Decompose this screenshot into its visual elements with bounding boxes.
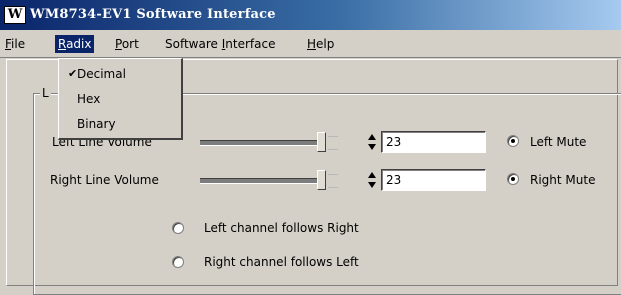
right-volume-spinner[interactable]: [368, 170, 377, 190]
spin-down-icon[interactable]: [368, 182, 376, 188]
groupbox-title: L: [40, 86, 51, 100]
left-follows-right-label: Left channel follows Right: [204, 221, 359, 235]
left-volume-slider-thumb[interactable]: [317, 132, 326, 152]
right-volume-input[interactable]: 23: [381, 169, 486, 191]
right-volume-slider-end: [328, 174, 338, 188]
menu-software-interface[interactable]: Software Interface: [162, 36, 278, 53]
checkmark-icon: ✔: [68, 67, 78, 80]
right-follows-left-label: Right channel follows Left: [204, 255, 359, 269]
spin-down-icon[interactable]: [368, 144, 376, 150]
menu-bar: File Radix Port Software Interface Help: [0, 30, 621, 58]
right-volume-slider-track[interactable]: [200, 178, 318, 184]
radix-option-hex[interactable]: Hex: [59, 88, 180, 110]
right-mute-radio[interactable]: [507, 173, 519, 185]
left-volume-slider-end: [328, 136, 338, 150]
menu-file[interactable]: File: [2, 36, 28, 53]
left-mute-label: Left Mute: [530, 135, 587, 149]
left-mute-radio[interactable]: [507, 135, 519, 147]
left-volume-spinner[interactable]: [368, 132, 377, 152]
right-line-volume-label: Right Line Volume: [50, 173, 159, 187]
menu-help[interactable]: Help: [304, 36, 337, 53]
right-volume-slider-thumb[interactable]: [317, 170, 326, 190]
left-volume-input[interactable]: 23: [381, 131, 486, 153]
right-follows-left-radio[interactable]: [172, 256, 184, 268]
radix-option-decimal[interactable]: ✔ Decimal: [59, 63, 180, 85]
spin-up-icon[interactable]: [368, 172, 376, 178]
left-follows-right-radio[interactable]: [172, 222, 184, 234]
menu-radix[interactable]: Radix: [55, 35, 95, 53]
title-bar: W WM8734-EV1 Software Interface: [0, 0, 621, 30]
wolfson-logo-icon[interactable]: W: [4, 6, 26, 24]
spin-up-icon[interactable]: [368, 134, 376, 140]
right-mute-label: Right Mute: [530, 173, 596, 187]
menu-port[interactable]: Port: [112, 36, 142, 53]
window-title: WM8734-EV1 Software Interface: [30, 7, 276, 22]
radix-option-binary[interactable]: Binary: [59, 113, 180, 135]
left-volume-slider-track[interactable]: [200, 140, 318, 146]
radix-dropdown-menu: ✔ Decimal Hex Binary: [58, 58, 183, 140]
